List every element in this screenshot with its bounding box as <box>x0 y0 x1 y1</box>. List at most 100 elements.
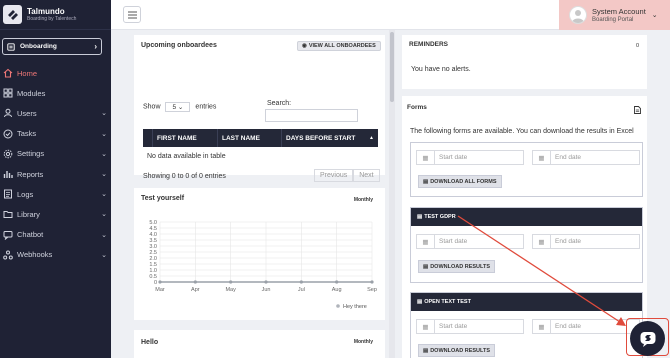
end-date-field[interactable]: ▦ End date <box>532 319 640 334</box>
chat-launcher-button[interactable] <box>630 321 665 356</box>
document-icon[interactable] <box>634 106 641 114</box>
sidebar-item-reports[interactable]: Reports ⌄ <box>0 164 111 184</box>
file-icon: ▤ <box>423 178 429 185</box>
sidebar-item-settings[interactable]: Settings ⌄ <box>0 144 111 164</box>
y-tick-label: 0.5 <box>149 274 157 280</box>
chevron-down-icon: ⌄ <box>101 150 107 158</box>
y-tick-label: 0 <box>154 280 157 286</box>
sidebar-item-modules[interactable]: Modules <box>0 83 111 103</box>
y-tick-label: 2.5 <box>149 250 157 256</box>
download-results-button[interactable]: ▤ DOWNLOAD RESULTS <box>418 344 495 357</box>
entries-select[interactable]: 5 ⌄ <box>165 102 191 112</box>
previous-page-button[interactable]: Previous <box>314 169 354 182</box>
chevron-down-icon: ⌄ <box>101 191 107 199</box>
sidebar-item-library[interactable]: Library ⌄ <box>0 204 111 224</box>
start-date-placeholder: Start date <box>434 235 523 248</box>
end-date-field[interactable]: ▦ End date <box>532 150 640 165</box>
chevron-down-icon: ⌄ <box>101 130 107 138</box>
start-date-placeholder: Start date <box>434 320 523 333</box>
sidebar-item-logs[interactable]: Logs ⌄ <box>0 184 111 204</box>
onboarding-icon <box>7 42 15 51</box>
sidebar-item-home[interactable]: Home <box>0 63 111 83</box>
next-page-button[interactable]: Next <box>353 169 380 182</box>
sidebar-item-chatbot[interactable]: Chatbot ⌄ <box>0 225 111 245</box>
reports-icon <box>2 169 13 180</box>
home-icon <box>2 68 13 79</box>
y-tick-label: 1.5 <box>149 262 157 268</box>
sidebar-item-webhooks[interactable]: Webhooks ⌄ <box>0 245 111 265</box>
account-menu[interactable]: System Account Boarding Portal ⌄ <box>559 0 670 30</box>
onboarding-label: Onboarding <box>20 43 57 50</box>
start-date-field[interactable]: ▦ Start date <box>416 319 524 334</box>
date-range: ▦ Start date ▦ End date <box>416 319 648 334</box>
account-subtitle: Boarding Portal <box>592 16 634 23</box>
column-days-before-start[interactable]: DAYS BEFORE START ▲ <box>282 129 378 147</box>
table-empty-message: No data available in table <box>147 153 226 160</box>
chevron-down-icon: ⌄ <box>651 12 658 19</box>
period-label: Monthly <box>353 339 373 345</box>
x-tick-label: Apr <box>191 287 200 293</box>
chevron-right-icon: › <box>94 42 97 51</box>
form-block-open-text-test: ▤ OPEN TEXT TEST ▦ Start date ▦ End date… <box>410 292 643 358</box>
download-results-label: DOWNLOAD RESULTS <box>430 347 490 354</box>
file-icon: ▤ <box>423 263 429 270</box>
form-block-header: ▤ OPEN TEXT TEST <box>411 293 642 311</box>
column-first-name[interactable]: FIRST NAME <box>153 129 218 147</box>
chevron-down-icon: ⌄ <box>101 231 107 239</box>
end-date-placeholder: End date <box>550 151 639 164</box>
entries-control: Show 5 ⌄ entries <box>143 102 216 112</box>
sidebar-item-label: Logs <box>17 189 34 199</box>
start-date-field[interactable]: ▦ Start date <box>416 150 524 165</box>
sidebar-item-tasks[interactable]: Tasks ⌄ <box>0 124 111 144</box>
file-icon: ▤ <box>417 214 423 220</box>
chevron-down-icon: ⌄ <box>101 211 107 219</box>
download-results-label: DOWNLOAD RESULTS <box>430 263 490 270</box>
sidebar-item-users[interactable]: Users ⌄ <box>0 103 111 123</box>
download-results-button[interactable]: ▤ DOWNLOAD RESULTS <box>418 260 495 273</box>
column-last-name[interactable]: LAST NAME <box>218 129 282 147</box>
sidebar-item-label: Webhooks <box>17 250 53 260</box>
brand-name: Talmundo <box>27 6 65 16</box>
table-header-spacer <box>143 129 153 147</box>
onboarding-dropdown[interactable]: Onboarding › <box>2 38 102 55</box>
view-all-onboardees-button[interactable]: ◉ VIEW ALL ONBOARDEES <box>297 41 381 51</box>
modules-icon <box>2 88 13 99</box>
download-all-forms-button[interactable]: ▤ DOWNLOAD ALL FORMS <box>418 175 502 188</box>
data-point <box>335 280 339 284</box>
sidebar-item-label: Reports <box>17 169 44 179</box>
legend-marker <box>336 304 340 308</box>
data-point <box>299 280 303 284</box>
chatbot-icon <box>2 229 13 240</box>
entries-label: entries <box>195 103 217 111</box>
search-input[interactable] <box>265 109 358 122</box>
forms-card: Forms The following forms are available.… <box>402 96 647 358</box>
chevron-down-icon: ⌄ <box>101 171 107 179</box>
brand[interactable]: Talmundo Boarding by Talentech <box>0 0 111 30</box>
talmundo-logo-icon <box>3 5 22 24</box>
hamburger-icon <box>127 11 137 18</box>
data-point <box>370 280 374 284</box>
y-tick-label: 5.0 <box>149 220 157 226</box>
forms-description: The following forms are available. You c… <box>410 128 634 135</box>
end-date-field[interactable]: ▦ End date <box>532 234 640 249</box>
table-header: FIRST NAME LAST NAME DAYS BEFORE START ▲ <box>143 129 378 147</box>
sort-icon: ▲ <box>369 135 374 141</box>
sidebar-item-label: Home <box>17 68 38 78</box>
reminders-card: REMINDERS 0 You have no alerts. <box>402 35 647 89</box>
start-date-field[interactable]: ▦ Start date <box>416 234 524 249</box>
reminders-message: You have no alerts. <box>411 66 471 73</box>
test-yourself-chart: 00.51.01.52.02.53.03.54.04.55.0 Mar Apr May… <box>149 220 377 310</box>
sidebar: Talmundo Boarding by Talentech Onboardin… <box>0 0 111 358</box>
scrollbar[interactable] <box>389 30 395 358</box>
logs-icon <box>2 189 13 200</box>
menu-toggle-button[interactable] <box>123 6 141 23</box>
upcoming-onboardees-card: Upcoming onboardees ◉ VIEW ALL ONBOARDEE… <box>134 35 385 182</box>
y-tick-label: 1.0 <box>149 268 157 274</box>
scrollbar-thumb[interactable] <box>390 32 394 102</box>
sidebar-item-label: Chatbot <box>17 230 44 240</box>
brand-subtitle: Boarding by Talentech <box>27 15 77 22</box>
form-block-header: ▤ TEST GDPR <box>411 208 642 226</box>
show-label: Show <box>143 103 161 111</box>
calendar-icon: ▦ <box>422 238 429 246</box>
data-point <box>264 280 268 284</box>
